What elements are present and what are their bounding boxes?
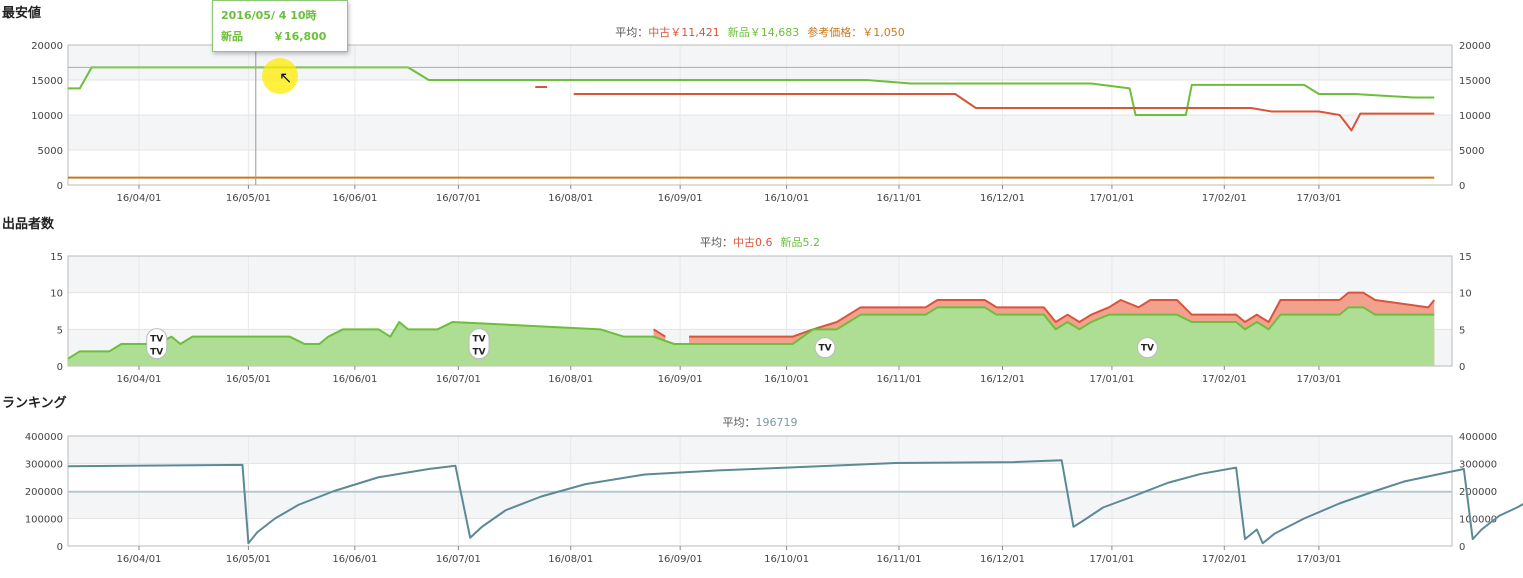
x-tick-label: 16/09/01 [658, 554, 703, 565]
y-tick-label-left: 10000 [31, 111, 63, 122]
x-tick-label: 16/05/01 [226, 374, 271, 385]
y-tick-label-left: 0 [57, 362, 63, 373]
chart-title: 出品者数 [2, 216, 55, 232]
x-tick-label: 16/07/01 [436, 554, 481, 565]
x-tick-label: 17/03/01 [1296, 554, 1341, 565]
tooltip-date: 2016/05/ 4 10時 [221, 9, 317, 22]
x-tick-label: 16/06/01 [332, 193, 377, 204]
x-tick-label: 16/10/01 [764, 374, 809, 385]
x-tick-label: 16/06/01 [332, 374, 377, 385]
y-tick-label-left: 5000 [38, 146, 63, 157]
y-tick-label-right: 10000 [1459, 111, 1491, 122]
y-tick-label-left: 15 [50, 252, 63, 263]
y-tick-label-left: 300000 [25, 460, 63, 471]
tv-marker-label: TV [819, 344, 832, 354]
average-label: 平均： [615, 26, 648, 39]
average-reference: 参考価格：￥1,050 [807, 25, 905, 39]
x-tick-label: 16/12/01 [980, 193, 1025, 204]
average-label: 平均： [723, 416, 756, 429]
tv-marker-label: TV [1141, 344, 1154, 354]
average-used: 中古0.6 [733, 236, 773, 249]
x-tick-label: 16/12/01 [980, 554, 1025, 565]
chart-canvas: 最安値平均：中古￥11,421 新品￥14,683 参考価格：￥1,05020000… [2, 5, 1523, 565]
y-tick-label-left: 200000 [25, 487, 63, 498]
x-tick-label: 16/04/01 [117, 374, 162, 385]
y-tick-label-right: 15 [1459, 252, 1472, 263]
x-tick-label: 16/04/01 [117, 193, 162, 204]
average-summary: 平均：中古￥11,421 新品￥14,683 参考価格：￥1,050 [615, 25, 905, 39]
y-tick-label-left: 10 [50, 289, 63, 300]
average-new: 新品￥14,683 [728, 25, 800, 39]
y-tick-label-right: 0 [1459, 542, 1465, 553]
x-tick-label: 16/11/01 [877, 554, 922, 565]
x-tick-label: 16/04/01 [117, 554, 162, 565]
x-tick-label: 17/02/01 [1202, 193, 1247, 204]
y-tick-label-right: 400000 [1459, 432, 1497, 443]
x-tick-label: 16/10/01 [764, 554, 809, 565]
x-tick-label: 16/06/01 [332, 554, 377, 565]
y-tick-label-left: 400000 [25, 432, 63, 443]
y-tick-label-left: 15000 [31, 76, 63, 87]
x-tick-label: 17/01/01 [1089, 554, 1134, 565]
y-tick-label-left: 0 [57, 542, 63, 553]
price-tooltip: 2016/05/ 4 10時 新品 ￥16,800 [212, 0, 348, 52]
x-tick-label: 17/03/01 [1296, 374, 1341, 385]
x-tick-label: 16/09/01 [658, 193, 703, 204]
average-summary: 平均：中古0.6 新品5.2 [700, 235, 820, 249]
x-tick-label: 16/08/01 [548, 374, 593, 385]
y-tick-label-right: 20000 [1459, 41, 1491, 52]
x-tick-label: 16/11/01 [877, 193, 922, 204]
tooltip-value: ￥16,800 [273, 30, 327, 43]
x-tick-label: 16/08/01 [548, 193, 593, 204]
average-label: 平均： [700, 236, 733, 249]
y-tick-label-left: 100000 [25, 515, 63, 526]
tv-marker-label: TV [473, 348, 486, 358]
y-tick-label-right: 10 [1459, 289, 1472, 300]
x-tick-label: 17/02/01 [1202, 554, 1247, 565]
y-tick-label-left: 20000 [31, 41, 63, 52]
x-tick-label: 16/07/01 [436, 193, 481, 204]
chart-title: 最安値 [2, 5, 41, 21]
tooltip-label: 新品 [221, 30, 243, 43]
mouse-cursor-icon: ↖ [279, 68, 293, 87]
x-tick-label: 16/05/01 [226, 554, 271, 565]
average-value: 196719 [756, 416, 798, 429]
average-used: 中古￥11,421 [648, 26, 720, 39]
x-tick-label: 16/05/01 [226, 193, 271, 204]
x-tick-label: 16/10/01 [764, 193, 809, 204]
x-tick-label: 16/07/01 [436, 374, 481, 385]
y-tick-label-right: 5 [1459, 325, 1465, 336]
x-tick-label: 17/01/01 [1089, 193, 1134, 204]
x-tick-label: 16/09/01 [658, 374, 703, 385]
y-tick-label-left: 0 [57, 181, 63, 192]
average-summary: 平均：196719 [723, 416, 798, 429]
y-tick-label-right: 100000 [1459, 515, 1497, 526]
x-tick-label: 17/02/01 [1202, 374, 1247, 385]
y-tick-label-right: 200000 [1459, 487, 1497, 498]
tv-marker-label: TV [473, 335, 486, 345]
chart-title: ランキング [2, 395, 67, 411]
y-tick-label-right: 15000 [1459, 76, 1491, 87]
x-tick-label: 16/11/01 [877, 374, 922, 385]
x-tick-label: 16/08/01 [548, 554, 593, 565]
tv-marker-label: TV [150, 348, 163, 358]
average-new: 新品5.2 [781, 235, 821, 249]
tv-marker-label: TV [150, 335, 163, 345]
x-tick-label: 17/03/01 [1296, 193, 1341, 204]
x-tick-label: 17/01/01 [1089, 374, 1134, 385]
chart-page: 最安値 平均：中古￥11,421 新品￥14,683 参考価格：￥1,050 20000… [0, 0, 1523, 578]
y-tick-label-left: 5 [57, 325, 63, 336]
y-tick-label-right: 5000 [1459, 146, 1484, 157]
y-tick-label-right: 0 [1459, 181, 1465, 192]
y-tick-label-right: 0 [1459, 362, 1465, 373]
x-tick-label: 16/12/01 [980, 374, 1025, 385]
